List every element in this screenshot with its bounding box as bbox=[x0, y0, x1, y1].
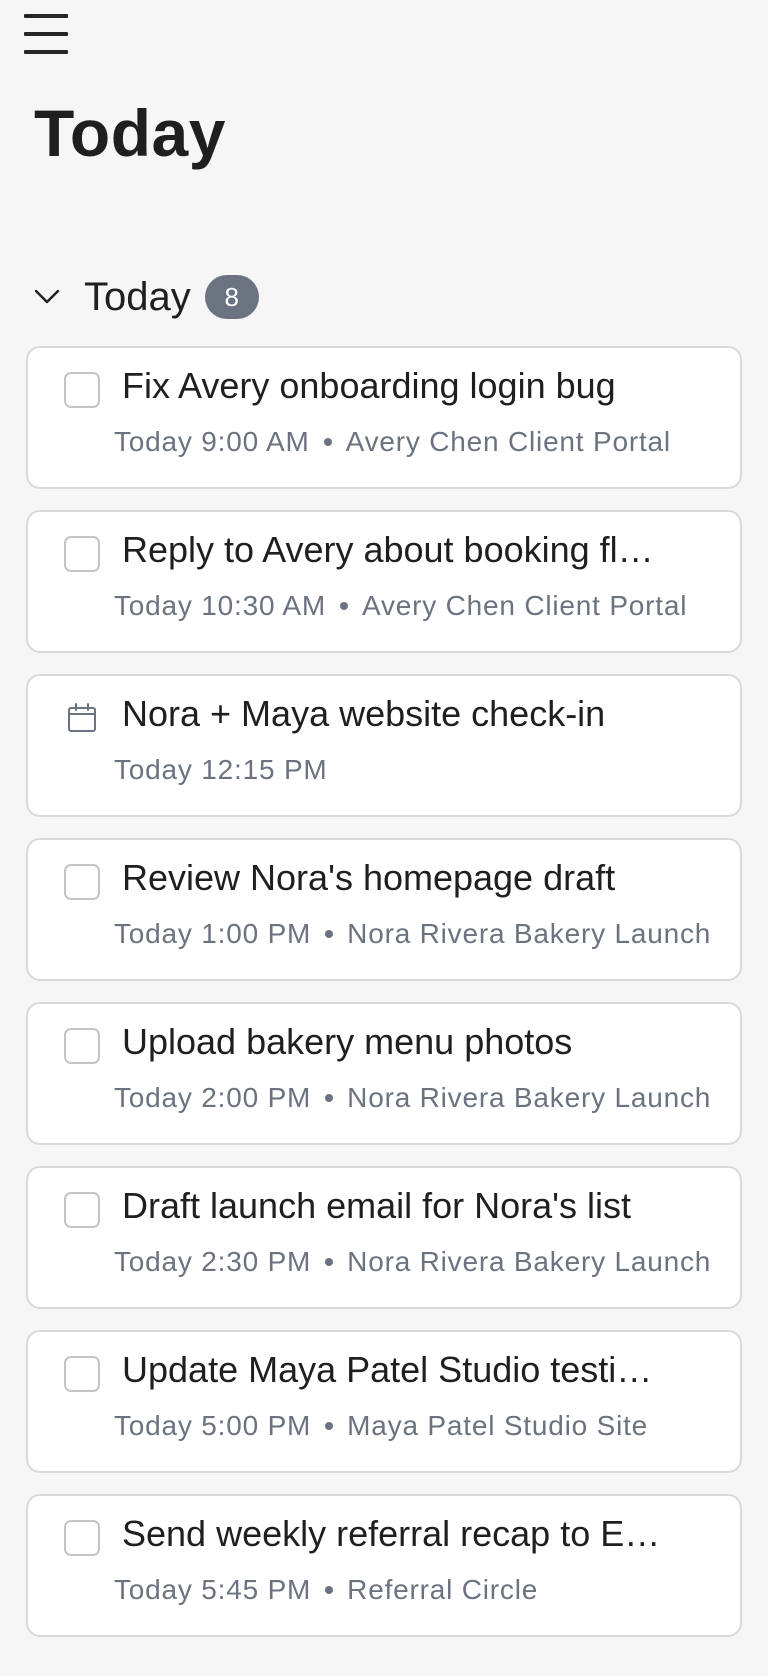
separator-dot bbox=[325, 1258, 334, 1266]
section-title: Today bbox=[84, 275, 191, 319]
separator-dot bbox=[325, 930, 334, 938]
task-count-badge: 8 bbox=[204, 275, 259, 319]
page-title: Today bbox=[34, 96, 226, 170]
task-checkbox[interactable] bbox=[64, 864, 100, 900]
task-card[interactable]: Upload bakery menu photos Today 2:00 PM … bbox=[26, 1002, 742, 1145]
task-project: Avery Chen Client Portal bbox=[362, 590, 688, 621]
chevron-down-icon[interactable] bbox=[32, 282, 62, 312]
menu-bar bbox=[24, 14, 68, 18]
separator-dot bbox=[325, 1586, 334, 1594]
section-header-today[interactable]: Today 8 bbox=[32, 272, 259, 322]
task-checkbox[interactable] bbox=[64, 1028, 100, 1064]
task-card[interactable]: Send weekly referral recap to E… Today 5… bbox=[26, 1494, 742, 1637]
task-title: Send weekly referral recap to E… bbox=[122, 1513, 661, 1554]
task-title: Fix Avery onboarding login bug bbox=[122, 365, 616, 406]
task-project: Maya Patel Studio Site bbox=[347, 1410, 649, 1441]
task-card[interactable]: Review Nora's homepage draft Today 1:00 … bbox=[26, 838, 742, 981]
task-title: Update Maya Patel Studio testi… bbox=[122, 1349, 653, 1390]
task-project: Nora Rivera Bakery Launch bbox=[347, 918, 712, 949]
task-time: Today 5:45 PM bbox=[114, 1574, 312, 1605]
task-project: Nora Rivera Bakery Launch bbox=[347, 1082, 712, 1113]
task-list: Fix Avery onboarding login bug Today 9:0… bbox=[26, 346, 742, 1658]
task-card[interactable]: Reply to Avery about booking fl… Today 1… bbox=[26, 510, 742, 653]
task-meta: Today 5:00 PM Maya Patel Studio Site bbox=[114, 1408, 648, 1444]
task-project: Avery Chen Client Portal bbox=[345, 426, 671, 457]
task-card[interactable]: Fix Avery onboarding login bug Today 9:0… bbox=[26, 346, 742, 489]
task-card[interactable]: Update Maya Patel Studio testi… Today 5:… bbox=[26, 1330, 742, 1473]
task-meta: Today 2:00 PM Nora Rivera Bakery Launch bbox=[114, 1080, 711, 1116]
separator-dot bbox=[323, 438, 332, 446]
menu-bar bbox=[24, 50, 68, 54]
separator-dot bbox=[325, 1422, 334, 1430]
task-checkbox[interactable] bbox=[64, 372, 100, 408]
task-meta: Today 2:30 PM Nora Rivera Bakery Launch bbox=[114, 1244, 711, 1280]
task-title: Upload bakery menu photos bbox=[122, 1021, 573, 1062]
menu-bar bbox=[24, 32, 68, 36]
app-root: Today Today 8 Fix Avery onboarding login… bbox=[0, 0, 768, 1676]
task-title: Review Nora's homepage draft bbox=[122, 857, 616, 898]
task-project: Nora Rivera Bakery Launch bbox=[347, 1246, 712, 1277]
task-checkbox[interactable] bbox=[64, 1192, 100, 1228]
task-time: Today 10:30 AM bbox=[114, 590, 326, 621]
event-card[interactable]: Nora + Maya website check-in Today 12:15… bbox=[26, 674, 742, 817]
task-time: Today 1:00 PM bbox=[114, 918, 312, 949]
task-meta: Today 5:45 PM Referral Circle bbox=[114, 1572, 538, 1608]
calendar-icon bbox=[64, 700, 100, 736]
task-checkbox[interactable] bbox=[64, 1520, 100, 1556]
task-checkbox[interactable] bbox=[64, 536, 100, 572]
task-time: Today 2:30 PM bbox=[114, 1246, 312, 1277]
task-meta: Today 10:30 AM Avery Chen Client Portal bbox=[114, 588, 687, 624]
task-project: Referral Circle bbox=[347, 1574, 539, 1605]
task-time: Today 2:00 PM bbox=[114, 1082, 312, 1113]
task-checkbox[interactable] bbox=[64, 1356, 100, 1392]
task-meta: Today 9:00 AM Avery Chen Client Portal bbox=[114, 424, 671, 460]
task-title: Reply to Avery about booking fl… bbox=[122, 529, 654, 570]
task-time: Today 12:15 PM bbox=[114, 754, 328, 785]
task-meta: Today 1:00 PM Nora Rivera Bakery Launch bbox=[114, 916, 711, 952]
task-card[interactable]: Draft launch email for Nora's list Today… bbox=[26, 1166, 742, 1309]
task-title: Nora + Maya website check-in bbox=[122, 693, 606, 734]
task-time: Today 9:00 AM bbox=[114, 426, 310, 457]
separator-dot bbox=[340, 602, 348, 610]
task-title: Draft launch email for Nora's list bbox=[122, 1185, 632, 1226]
task-time: Today 5:00 PM bbox=[114, 1410, 312, 1441]
task-meta: Today 12:15 PM bbox=[114, 752, 328, 788]
separator-dot bbox=[325, 1094, 334, 1102]
hamburger-menu-icon[interactable] bbox=[24, 14, 68, 54]
